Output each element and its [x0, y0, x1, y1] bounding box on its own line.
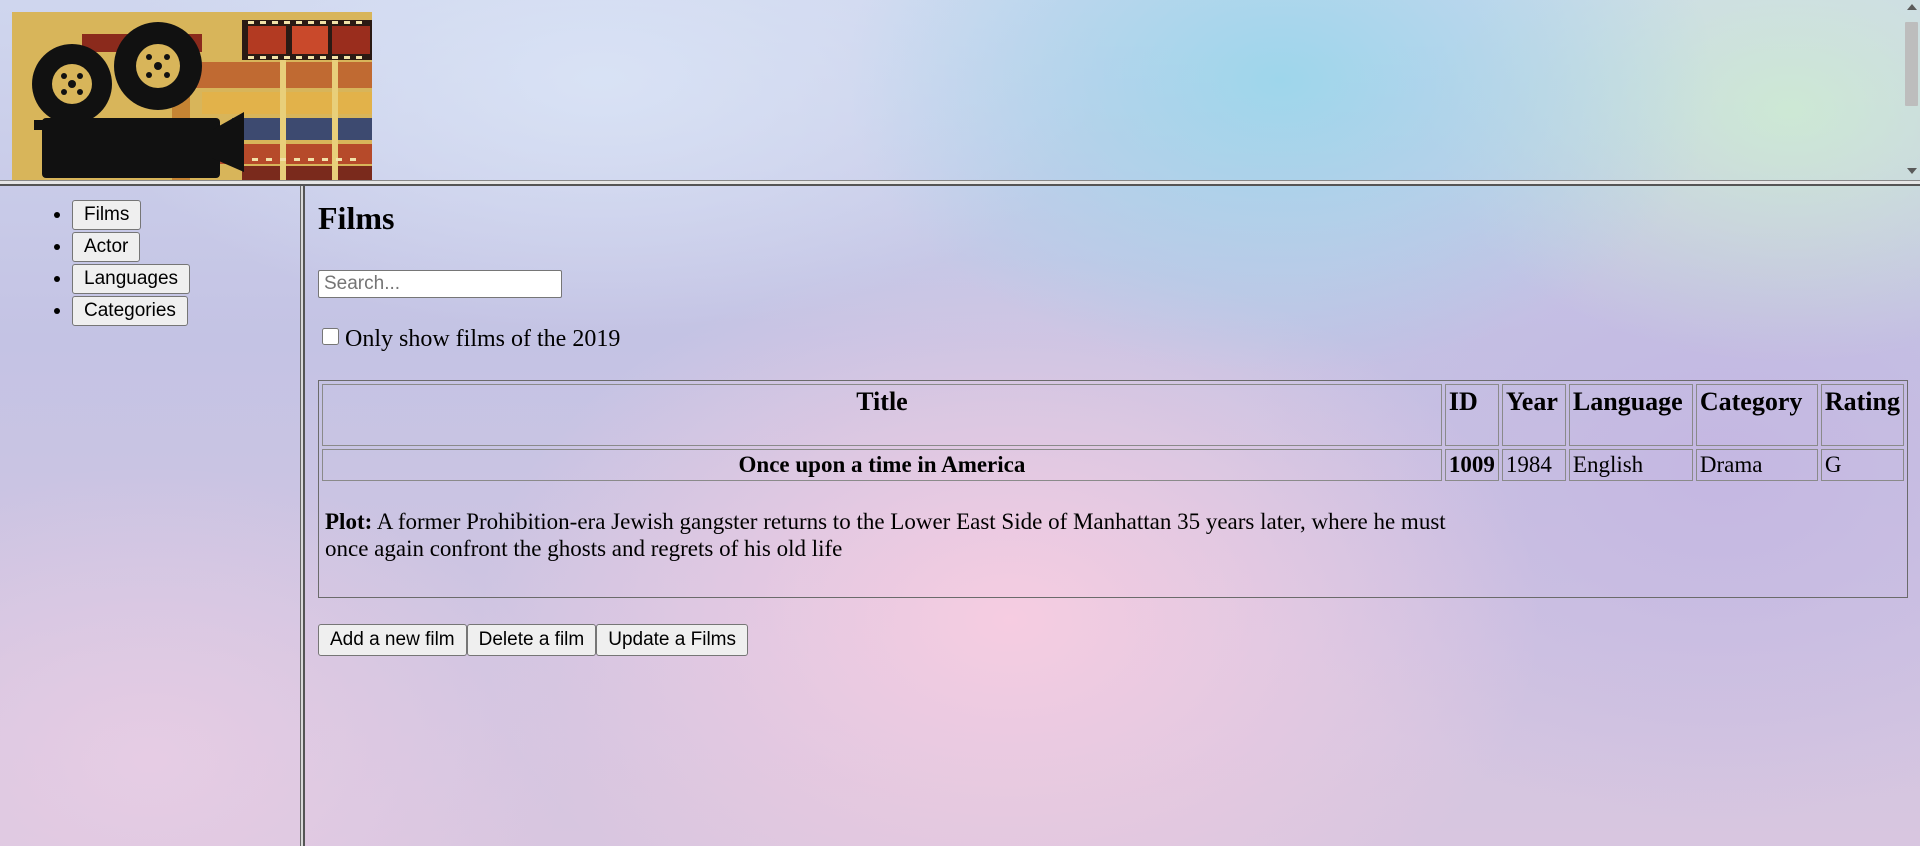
films-nav-button[interactable]: Films — [72, 200, 142, 231]
plot-cell: Plot: A former Prohibition-era Jewish ga… — [322, 484, 1904, 562]
delete-film-button[interactable]: Delete a film — [466, 624, 597, 656]
sidebar-nav: Films Actor Languages Categories — [0, 186, 300, 846]
plot-label: Plot: — [325, 509, 373, 534]
column-header-language: Language — [1568, 384, 1693, 446]
sidebar-item-languages: Languages — [72, 262, 300, 295]
search-input[interactable] — [318, 270, 562, 298]
plot-row: Plot: A former Prohibition-era Jewish ga… — [322, 484, 1904, 562]
year-filter-label: Only show films of the 2019 — [345, 326, 621, 352]
scroll-up-arrow-icon[interactable] — [1907, 4, 1917, 10]
actor-nav-button[interactable]: Actor — [72, 232, 141, 263]
film-id-cell: 1009 — [1444, 449, 1499, 481]
page-title: Films — [318, 200, 395, 236]
year-filter[interactable]: Only show films of the 2019 — [318, 326, 620, 353]
film-actions: Add a new film Delete a film Update a Fi… — [318, 624, 749, 656]
film-year-cell: 1984 — [1501, 449, 1566, 481]
column-header-year: Year — [1501, 384, 1566, 446]
film-camera-logo-icon — [12, 12, 372, 180]
column-header-id: ID — [1444, 384, 1499, 446]
films-table: Title ID Year Language Category Rating O… — [319, 381, 1907, 565]
sidebar-item-categories: Categories — [72, 294, 300, 327]
scroll-down-arrow-icon[interactable] — [1907, 168, 1917, 174]
film-logo — [12, 12, 372, 180]
table-header-row: Title ID Year Language Category Rating — [322, 384, 1904, 446]
column-header-rating: Rating — [1820, 384, 1904, 446]
sidebar-list: Films Actor Languages Categories — [0, 198, 300, 327]
sidebar-item-actor: Actor — [72, 230, 300, 263]
categories-nav-button[interactable]: Categories — [72, 296, 188, 327]
year-filter-checkbox[interactable] — [322, 328, 339, 345]
add-film-button[interactable]: Add a new film — [318, 624, 467, 656]
column-header-category: Category — [1695, 384, 1818, 446]
film-category-cell: Drama — [1695, 449, 1818, 481]
sidebar-item-films: Films — [72, 198, 300, 231]
films-table-container: Title ID Year Language Category Rating O… — [318, 380, 1908, 598]
film-rating-cell: G — [1820, 449, 1904, 481]
column-header-title: Title — [322, 384, 1442, 446]
film-title-cell: Once upon a time in America — [322, 449, 1442, 481]
scrollbar-thumb[interactable] — [1905, 22, 1918, 106]
header-scrollbar[interactable] — [1903, 0, 1920, 180]
header-frame — [0, 0, 1920, 182]
update-film-button[interactable]: Update a Films — [596, 624, 749, 656]
languages-nav-button[interactable]: Languages — [72, 264, 191, 295]
plot-description: A former Prohibition-era Jewish gangster… — [325, 509, 1446, 561]
film-language-cell: English — [1568, 449, 1693, 481]
frame-divider-vertical[interactable] — [300, 186, 305, 846]
table-row[interactable]: Once upon a time in America 1009 1984 En… — [322, 449, 1904, 481]
plot-text: Plot: A former Prohibition-era Jewish ga… — [325, 508, 1475, 562]
main-content: Films Only show films of the 2019 Title … — [318, 186, 1908, 846]
